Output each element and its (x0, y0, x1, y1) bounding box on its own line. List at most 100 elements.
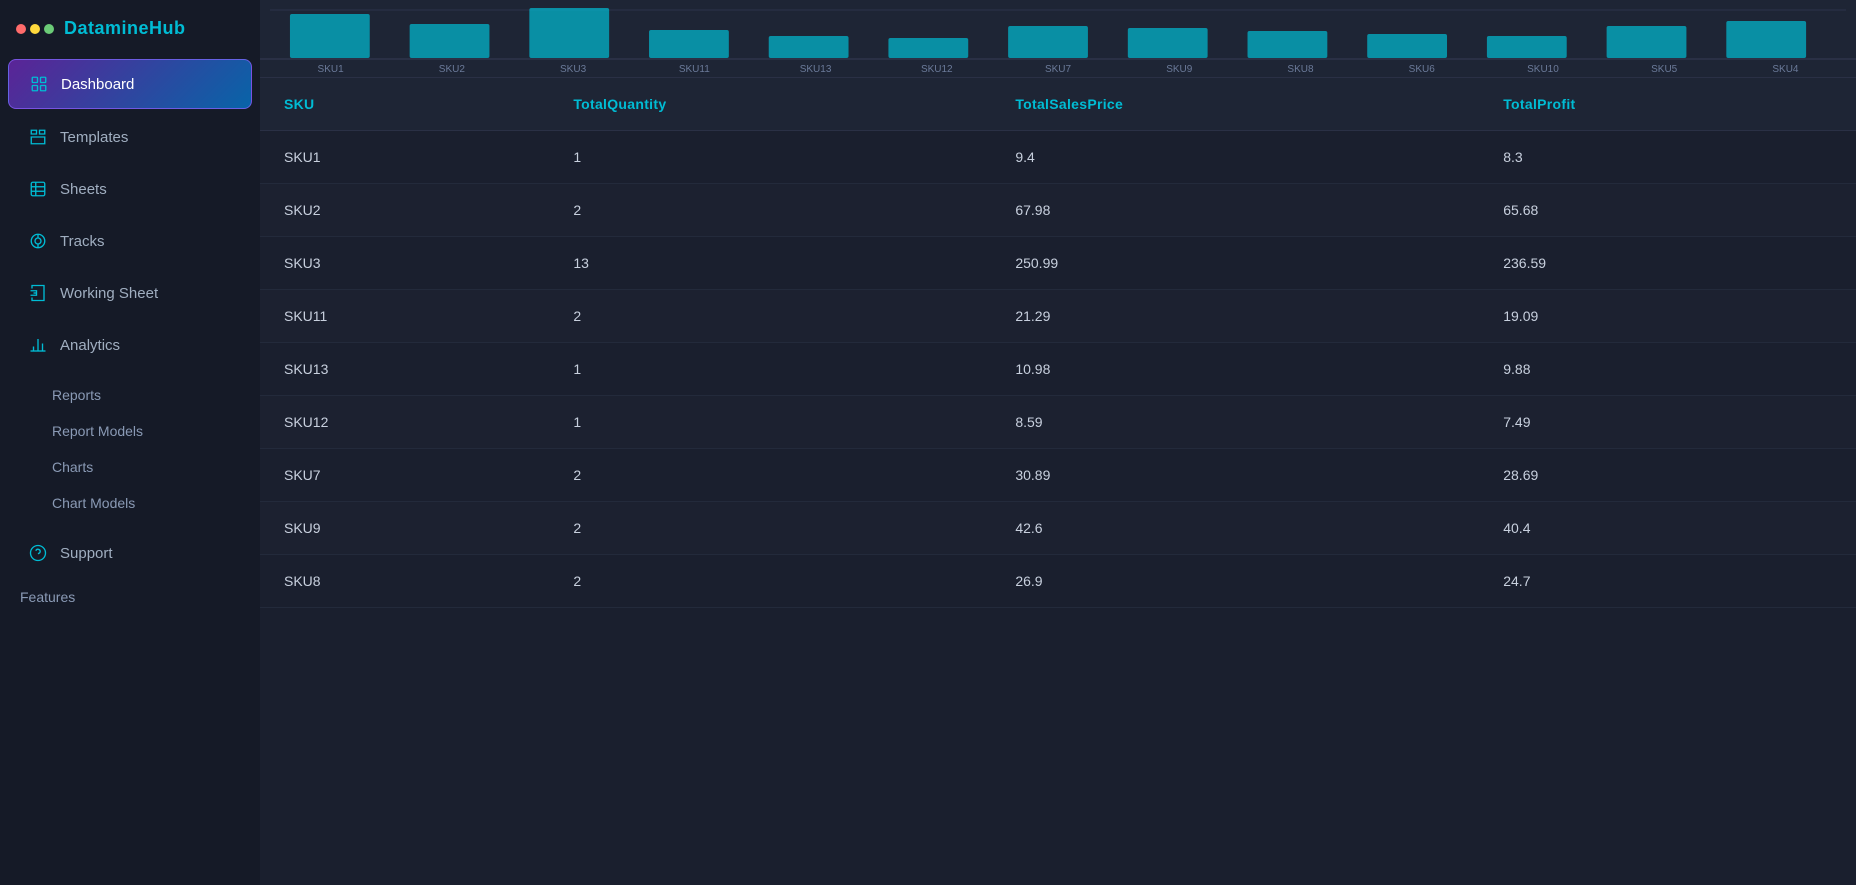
table-row: SKU3 13 250.99 236.59 (260, 237, 1856, 290)
col-header-total-quantity: TotalQuantity (549, 78, 991, 131)
cell-total-quantity: 13 (549, 237, 991, 290)
support-icon (28, 543, 48, 563)
sidebar-item-chart-models[interactable]: Chart Models (0, 485, 260, 521)
sidebar-item-charts[interactable]: Charts (0, 449, 260, 485)
cell-total-sales-price: 67.98 (991, 184, 1479, 237)
cell-total-quantity: 1 (549, 343, 991, 396)
cell-sku: SKU3 (260, 237, 549, 290)
col-header-total-sales-price: TotalSalesPrice (991, 78, 1479, 131)
cell-total-sales-price: 26.9 (991, 555, 1479, 608)
cell-total-quantity: 2 (549, 449, 991, 502)
cell-total-profit: 28.69 (1479, 449, 1856, 502)
sidebar-item-report-models[interactable]: Report Models (0, 413, 260, 449)
cell-sku: SKU1 (260, 131, 549, 184)
cell-total-profit: 24.7 (1479, 555, 1856, 608)
x-label-sku6: SKU6 (1361, 64, 1482, 75)
cell-sku: SKU2 (260, 184, 549, 237)
cell-total-quantity: 2 (549, 555, 991, 608)
analytics-icon (28, 335, 48, 355)
templates-icon (28, 127, 48, 147)
main-content: SKU1 SKU2 SKU3 SKU11 SKU13 SKU12 SKU7 SK… (260, 0, 1856, 885)
chart-area (260, 0, 1856, 60)
table-row: SKU11 2 21.29 19.09 (260, 290, 1856, 343)
cell-sku: SKU8 (260, 555, 549, 608)
cell-sku: SKU13 (260, 343, 549, 396)
cell-total-profit: 7.49 (1479, 396, 1856, 449)
x-label-sku3: SKU3 (512, 64, 633, 75)
sidebar-item-sheets[interactable]: Sheets (8, 165, 252, 213)
x-label-sku5: SKU5 (1604, 64, 1725, 75)
logo-dot-green (44, 24, 54, 34)
working-sheet-label: Working Sheet (60, 285, 158, 302)
table-row: SKU1 1 9.4 8.3 (260, 131, 1856, 184)
sidebar-item-support[interactable]: Support (8, 529, 252, 577)
cell-total-sales-price: 9.4 (991, 131, 1479, 184)
x-label-sku12: SKU12 (876, 64, 997, 75)
cell-total-profit: 19.09 (1479, 290, 1856, 343)
col-header-sku: SKU (260, 78, 549, 131)
sidebar-item-tracks[interactable]: Tracks (8, 217, 252, 265)
cell-sku: SKU12 (260, 396, 549, 449)
chart-x-labels: SKU1 SKU2 SKU3 SKU11 SKU13 SKU12 SKU7 SK… (260, 60, 1856, 78)
cell-total-sales-price: 8.59 (991, 396, 1479, 449)
analytics-submenu: Reports Report Models Charts Chart Model… (0, 371, 260, 527)
cell-total-quantity: 2 (549, 184, 991, 237)
cell-total-sales-price: 42.6 (991, 502, 1479, 555)
sheets-label: Sheets (60, 181, 107, 198)
cell-total-profit: 8.3 (1479, 131, 1856, 184)
table-row: SKU8 2 26.9 24.7 (260, 555, 1856, 608)
x-label-sku2: SKU2 (391, 64, 512, 75)
sidebar-item-features[interactable]: Features (0, 579, 260, 615)
templates-label: Templates (60, 129, 128, 146)
table-row: SKU13 1 10.98 9.88 (260, 343, 1856, 396)
sidebar-item-analytics[interactable]: Analytics (8, 321, 252, 369)
x-label-sku10: SKU10 (1482, 64, 1603, 75)
cell-sku: SKU9 (260, 502, 549, 555)
logo-area: DatamineHub (0, 0, 260, 57)
sidebar-item-templates[interactable]: Templates (8, 113, 252, 161)
cell-sku: SKU11 (260, 290, 549, 343)
logo-text: DatamineHub (64, 18, 186, 39)
dashboard-label: Dashboard (61, 76, 134, 93)
cell-total-sales-price: 10.98 (991, 343, 1479, 396)
tracks-icon (28, 231, 48, 251)
x-label-sku1: SKU1 (270, 64, 391, 75)
cell-total-quantity: 1 (549, 396, 991, 449)
sidebar-item-reports[interactable]: Reports (0, 377, 260, 413)
cell-total-profit: 9.88 (1479, 343, 1856, 396)
cell-total-sales-price: 30.89 (991, 449, 1479, 502)
sheets-icon (28, 179, 48, 199)
chart-svg (270, 6, 1846, 58)
table-row: SKU2 2 67.98 65.68 (260, 184, 1856, 237)
dashboard-icon (29, 74, 49, 94)
cell-total-sales-price: 250.99 (991, 237, 1479, 290)
sidebar-item-dashboard[interactable]: Dashboard (8, 59, 252, 109)
x-label-sku9: SKU9 (1119, 64, 1240, 75)
logo-dots (16, 24, 54, 34)
col-header-total-profit: TotalProfit (1479, 78, 1856, 131)
x-label-sku4: SKU4 (1725, 64, 1846, 75)
tracks-label: Tracks (60, 233, 104, 250)
table-container: SKU TotalQuantity TotalSalesPrice TotalP… (260, 78, 1856, 885)
table-row: SKU9 2 42.6 40.4 (260, 502, 1856, 555)
cell-total-quantity: 2 (549, 502, 991, 555)
logo-dot-yellow (30, 24, 40, 34)
cell-total-quantity: 2 (549, 290, 991, 343)
table-row: SKU12 1 8.59 7.49 (260, 396, 1856, 449)
support-label: Support (60, 545, 113, 562)
cell-total-sales-price: 21.29 (991, 290, 1479, 343)
x-label-sku7: SKU7 (997, 64, 1118, 75)
x-label-sku11: SKU11 (634, 64, 755, 75)
x-label-sku13: SKU13 (755, 64, 876, 75)
cell-total-profit: 65.68 (1479, 184, 1856, 237)
sidebar-item-working-sheet[interactable]: Working Sheet (8, 269, 252, 317)
data-table: SKU TotalQuantity TotalSalesPrice TotalP… (260, 78, 1856, 608)
cell-sku: SKU7 (260, 449, 549, 502)
table-row: SKU7 2 30.89 28.69 (260, 449, 1856, 502)
cell-total-profit: 236.59 (1479, 237, 1856, 290)
analytics-label: Analytics (60, 337, 120, 354)
cell-total-quantity: 1 (549, 131, 991, 184)
table-header: SKU TotalQuantity TotalSalesPrice TotalP… (260, 78, 1856, 131)
x-label-sku8: SKU8 (1240, 64, 1361, 75)
cell-total-profit: 40.4 (1479, 502, 1856, 555)
